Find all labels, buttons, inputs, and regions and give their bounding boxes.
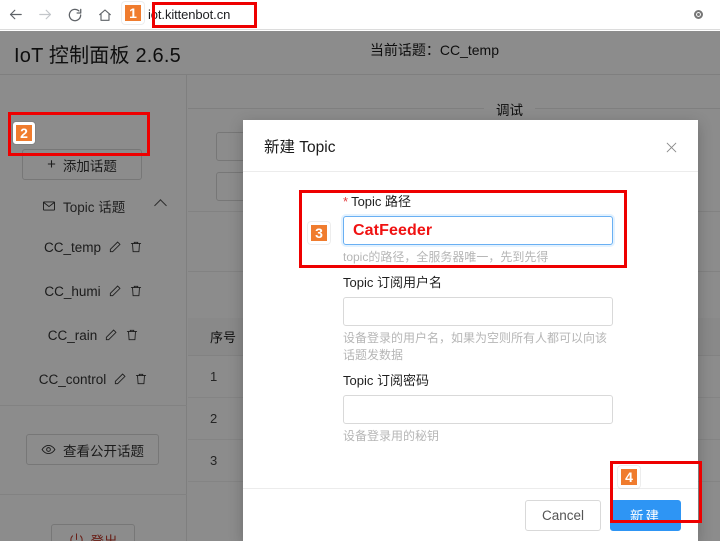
tab-rule [188, 108, 720, 109]
forward-button[interactable] [30, 0, 60, 30]
pencil-icon[interactable] [108, 240, 122, 254]
omnibox[interactable]: iot.kittenbot.cn [120, 0, 676, 30]
eye-icon [41, 442, 56, 457]
field-topic-password-label: Topic 订阅密码 [343, 373, 429, 388]
sidebar-group-label: Topic 话题 [63, 200, 126, 215]
trash-icon[interactable] [129, 284, 143, 298]
cancel-button[interactable]: Cancel [524, 499, 601, 531]
list-item[interactable]: CC_control [0, 357, 187, 401]
envelope-icon [42, 199, 56, 213]
pencil-icon[interactable] [113, 372, 127, 386]
field-topic-path: * Topic 路径 CatFeeder topic的路径，全服务器唯一，先到先得 [343, 194, 670, 266]
dialog-title: 新建 Topic [264, 138, 336, 156]
pencil-icon[interactable] [108, 284, 122, 298]
view-public-topics-label: 查看公开话题 [63, 443, 144, 459]
field-topic-username: Topic 订阅用户名 设备登录的用户名，如果为空则所有人都可以向该话题发数据 [343, 275, 670, 364]
required-asterisk-icon: * [343, 194, 349, 209]
toolbar-right-action[interactable] [676, 0, 720, 30]
topic-name[interactable]: CC_rain [48, 328, 98, 343]
cancel-button-label: Cancel [541, 507, 584, 523]
screenshot-root: iot.kittenbot.cn IoT 控制面板 2.6.5 当前话题：CC_… [0, 0, 720, 541]
topic-password-input[interactable] [343, 395, 613, 424]
trash-icon[interactable] [129, 240, 143, 254]
topic-list: CC_temp CC_humi CC_rain CC_control [0, 225, 187, 401]
field-topic-username-label: Topic 订阅用户名 [343, 275, 442, 290]
field-topic-password-hint: 设备登录用的秘钥 [343, 429, 440, 443]
annotation-badge-1: 1 [122, 2, 144, 24]
field-topic-path-label: * Topic 路径 [343, 194, 670, 210]
chevron-up-icon[interactable] [154, 199, 167, 212]
topic-name[interactable]: CC_control [39, 372, 107, 387]
view-public-topics-inner: 查看公开话题 [26, 434, 159, 465]
dialog-body: * Topic 路径 CatFeeder topic的路径，全服务器唯一，先到先得… [243, 172, 698, 445]
dialog-header: 新建 Topic [243, 120, 698, 172]
add-topic-button-inner: + 添加话题 [22, 149, 142, 180]
current-topic: 当前话题：CC_temp [370, 40, 499, 60]
list-item[interactable]: CC_rain [0, 313, 187, 357]
back-button[interactable] [0, 0, 30, 30]
topic-name[interactable]: CC_temp [44, 240, 101, 255]
current-topic-label: 当前话题： [369, 42, 440, 58]
annotation-badge-4: 4 [618, 466, 640, 488]
field-topic-password: Topic 订阅密码 设备登录用的秘钥 [343, 373, 670, 445]
url-text: iot.kittenbot.cn [148, 7, 231, 22]
trash-icon[interactable] [125, 328, 139, 342]
logout-button[interactable]: 登出 [51, 524, 135, 541]
create-button-label: 新建 [630, 509, 661, 524]
plus-icon: + [47, 156, 56, 173]
browser-toolbar: iot.kittenbot.cn [0, 0, 720, 30]
web-page: IoT 控制面板 2.6.5 当前话题：CC_temp + 添加话题 Topic… [0, 31, 720, 541]
trash-icon[interactable] [134, 372, 148, 386]
record-dot-icon[interactable] [693, 10, 703, 19]
app-header: IoT 控制面板 2.6.5 当前话题：CC_temp [0, 31, 720, 75]
add-topic-label: 添加话题 [62, 158, 117, 174]
current-topic-value: CC_temp [439, 42, 499, 58]
view-public-topics-button[interactable]: 查看公开话题 [26, 434, 159, 465]
sidebar: + 添加话题 Topic 话题 CC_temp CC_humi CC_rain … [0, 75, 187, 541]
field-topic-path-hint: topic的路径，全服务器唯一，先到先得 [343, 250, 549, 264]
page-title: IoT 控制面板 2.6.5 [14, 45, 181, 67]
annotation-badge-2: 2 [13, 122, 35, 144]
create-button[interactable]: 新建 [610, 499, 681, 531]
tab-debug[interactable]: 调试 [484, 99, 535, 119]
close-icon[interactable] [661, 137, 681, 157]
logout-label: 登出 [90, 533, 118, 541]
pencil-icon[interactable] [104, 328, 118, 342]
sidebar-group-topic[interactable]: Topic 话题 [0, 191, 187, 221]
power-icon [69, 532, 84, 541]
dialog-footer: Cancel 新建 [243, 488, 698, 541]
reload-button[interactable] [60, 0, 90, 30]
list-item[interactable]: CC_temp [0, 225, 187, 269]
label-text: Topic 路径 [351, 194, 412, 209]
list-item[interactable]: CC_humi [0, 269, 187, 313]
home-button[interactable] [90, 0, 120, 30]
sidebar-divider [0, 405, 187, 406]
topic-name[interactable]: CC_humi [44, 284, 100, 299]
logout-button-inner: 登出 [51, 524, 135, 541]
topic-username-input[interactable] [343, 297, 613, 326]
topic-path-input-value: CatFeeder [353, 221, 433, 239]
add-topic-button[interactable]: + 添加话题 [22, 149, 142, 180]
annotation-badge-3: 3 [308, 222, 330, 244]
field-topic-username-hint: 设备登录的用户名，如果为空则所有人都可以向该话题发数据 [343, 331, 608, 362]
topic-path-input[interactable]: CatFeeder [343, 216, 613, 245]
sidebar-divider [0, 494, 187, 495]
